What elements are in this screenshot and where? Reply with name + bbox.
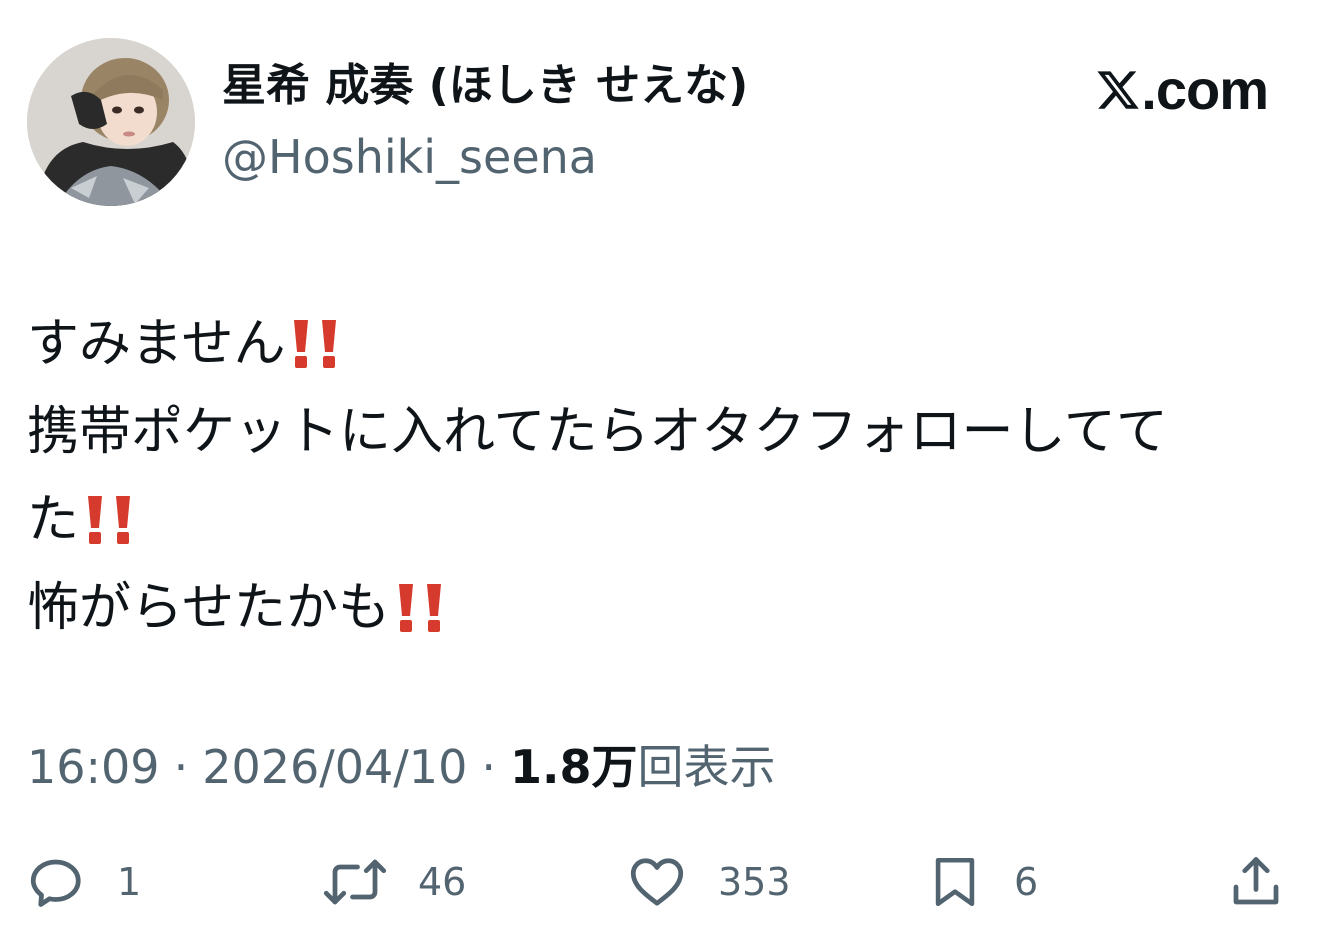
- views-count[interactable]: 1.8万: [510, 738, 638, 796]
- like-count: 353: [718, 860, 791, 904]
- user-handle[interactable]: @Hoshiki_seena: [222, 128, 597, 186]
- tweet-line-text: た: [27, 490, 80, 550]
- tweet-line: 携帯ポケットに入れてたらオタクフォローしてて: [27, 388, 1287, 476]
- double-exclamation-icon: [394, 582, 448, 634]
- heart-icon: [630, 858, 684, 906]
- tweet-line: すみません: [27, 300, 1287, 388]
- retweet-button[interactable]: 46: [322, 850, 466, 914]
- tweet-meta: 16:09 · 2026/04/10 · 1.8万 回表示: [27, 738, 775, 796]
- avatar[interactable]: [27, 38, 195, 206]
- tweet-line: 怖がらせたかも: [27, 564, 1287, 652]
- double-exclamation-icon: [289, 318, 343, 370]
- bookmark-button[interactable]: 6: [926, 850, 1038, 914]
- reply-button[interactable]: 1: [27, 850, 141, 914]
- tweet-line: た: [27, 476, 1287, 564]
- views-label: 回表示: [637, 740, 776, 794]
- tweet-line-text: すみません: [27, 314, 286, 374]
- tweet-date[interactable]: 2026/04/10: [202, 738, 467, 796]
- double-exclamation-icon: [83, 494, 137, 546]
- reply-count: 1: [117, 860, 142, 904]
- tweet-text: すみません 携帯ポケットに入れてたらオタクフォローしてて た 怖がらせたかも: [27, 300, 1287, 652]
- tweet-line-text: 怖がらせたかも: [27, 578, 390, 638]
- tweet-time[interactable]: 16:09: [27, 738, 160, 796]
- avatar-image: [27, 38, 195, 206]
- brand-domain: .com: [1141, 58, 1269, 121]
- x-logo-icon: [1097, 71, 1140, 109]
- share-button[interactable]: [1226, 850, 1286, 914]
- tweet-line-text: 携帯ポケットに入れてたらオタクフォローしてて: [27, 402, 1168, 462]
- retweet-icon: [323, 859, 387, 905]
- like-button[interactable]: 353: [626, 850, 791, 914]
- bookmark-count: 6: [1014, 860, 1039, 904]
- brand-logo: .com: [1095, 58, 1269, 121]
- retweet-count: 46: [418, 860, 467, 904]
- reply-icon: [30, 859, 81, 907]
- meta-separator: ·: [481, 740, 496, 794]
- bookmark-icon: [935, 857, 975, 907]
- action-bar: 1 46 353 6: [0, 850, 1320, 914]
- share-icon: [1233, 857, 1279, 905]
- display-name[interactable]: 星希 成奏 (ほしき せえな): [222, 58, 748, 114]
- meta-separator: ·: [173, 740, 189, 794]
